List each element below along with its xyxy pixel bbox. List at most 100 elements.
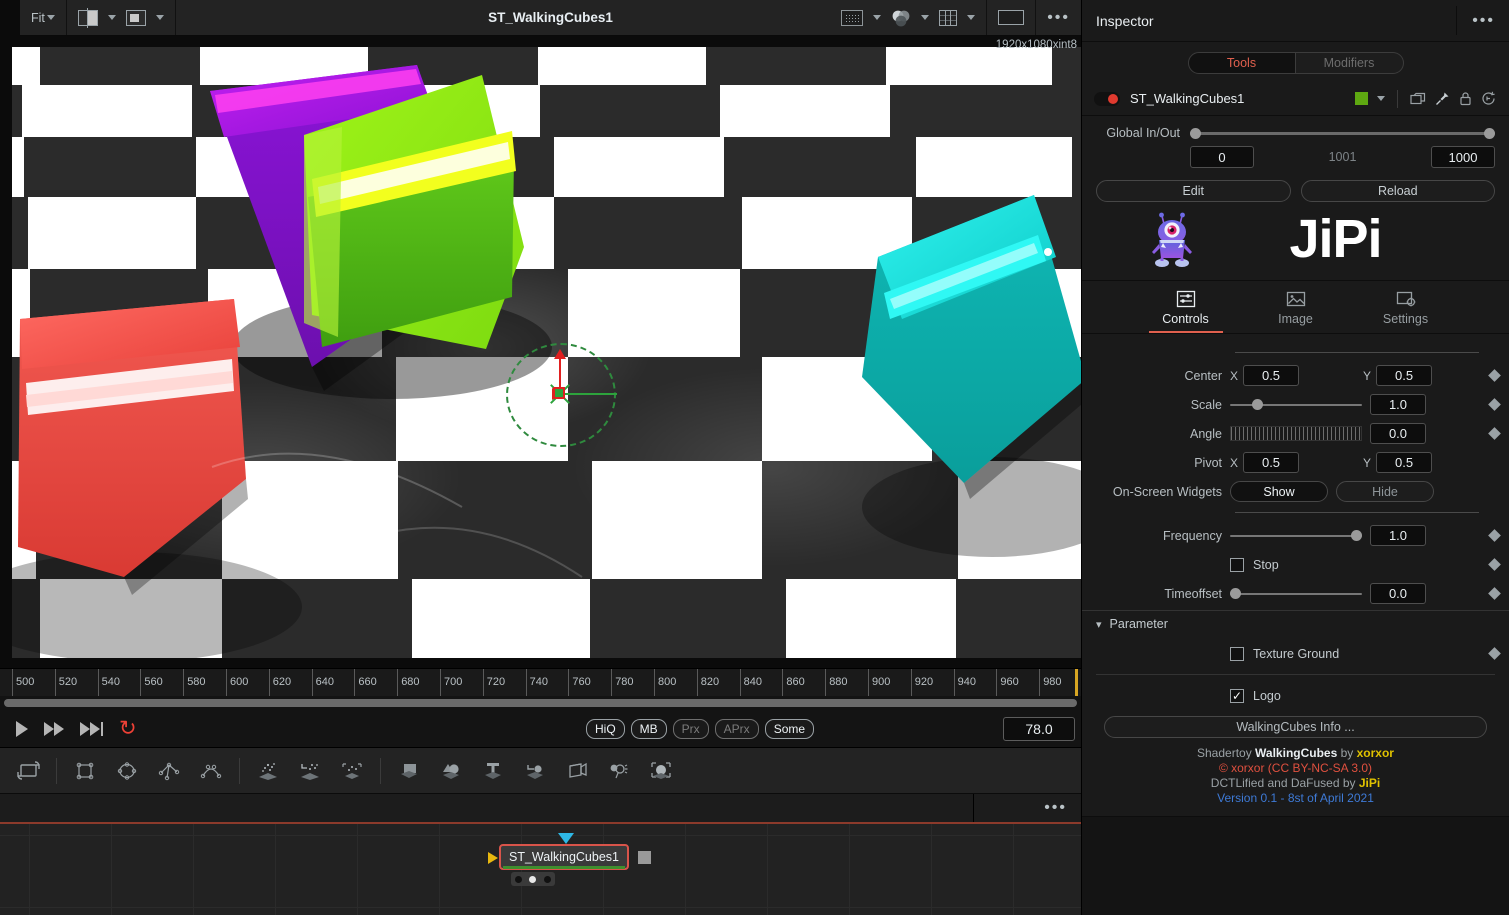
fast-forward-button[interactable] [44, 721, 64, 736]
scale-field[interactable]: 1.0 [1370, 394, 1426, 415]
timeoffset-slider[interactable] [1230, 587, 1362, 601]
global-in-out-slider[interactable] [1190, 126, 1495, 140]
split-view-button[interactable] [73, 5, 103, 31]
angle-field[interactable]: 0.0 [1370, 423, 1426, 444]
frequency-slider[interactable] [1230, 529, 1362, 543]
bspline-mask-icon[interactable] [197, 757, 225, 785]
node-mask-triangle[interactable] [558, 833, 574, 844]
parameter-section-header[interactable]: ▾ Parameter [1082, 610, 1509, 637]
viewer-canvas[interactable] [12, 47, 1081, 658]
node-ST_WalkingCubes1[interactable]: ST_WalkingCubes1 [488, 833, 651, 886]
roi-dropdown[interactable] [868, 5, 886, 31]
shape-3d-icon[interactable] [437, 757, 465, 785]
spotlight-3d-icon[interactable] [605, 757, 633, 785]
logo-checkbox[interactable]: ✓ [1230, 688, 1244, 703]
slider-knob-in[interactable] [1190, 127, 1201, 139]
scale-knob[interactable] [1252, 399, 1263, 410]
node-pill-1[interactable] [514, 875, 522, 883]
quality-button-prx[interactable]: Prx [672, 718, 709, 739]
loop-button[interactable]: ↻ [119, 718, 137, 739]
lock-icon[interactable] [1459, 91, 1472, 106]
node-box[interactable]: ST_WalkingCubes1 [488, 833, 651, 870]
node-pill-2[interactable] [529, 875, 537, 883]
play-button[interactable] [16, 720, 28, 737]
renderer-3d-icon[interactable] [647, 757, 675, 785]
center-y-field[interactable]: 0.5 [1376, 365, 1433, 386]
current-time-field[interactable]: 78.0 [1003, 716, 1075, 741]
stop-checkbox[interactable] [1230, 557, 1244, 572]
image-plane-3d-icon[interactable] [395, 757, 423, 785]
split-view-dropdown[interactable] [103, 5, 121, 31]
flow-more-button[interactable]: ••• [1044, 800, 1067, 816]
walkingcubes-info-button[interactable]: WalkingCubes Info ... [1104, 716, 1487, 738]
pip-button[interactable] [121, 5, 151, 31]
frequency-keyframe-icon[interactable] [1488, 529, 1501, 542]
text-3d-icon[interactable] [479, 757, 507, 785]
color-dropdown[interactable] [916, 5, 934, 31]
node-output-square[interactable] [638, 851, 651, 864]
playhead[interactable] [1075, 669, 1078, 696]
pivot-x-field[interactable]: 0.5 [1243, 452, 1300, 473]
particle-spawn-icon[interactable] [296, 757, 324, 785]
node-pill-3[interactable] [544, 875, 552, 883]
timeoffset-keyframe-icon[interactable] [1488, 587, 1501, 600]
timeoffset-field[interactable]: 0.0 [1370, 583, 1426, 604]
grid-dropdown[interactable] [962, 5, 980, 31]
tab-settings[interactable]: Settings [1369, 289, 1443, 333]
camera-3d-icon[interactable] [563, 757, 591, 785]
color-wheels-button[interactable] [886, 5, 916, 31]
pip-dropdown[interactable] [151, 5, 169, 31]
node-input-arrow[interactable] [488, 852, 498, 864]
enable-toggle[interactable] [1094, 91, 1120, 106]
inspector-more-button[interactable]: ••• [1472, 12, 1495, 28]
angle-keyframe-icon[interactable] [1488, 427, 1501, 440]
chevron-down-icon[interactable] [1377, 96, 1385, 101]
texture-ground-checkbox[interactable] [1230, 646, 1244, 661]
tab-modifiers[interactable]: Modifiers [1295, 52, 1404, 74]
tab-image[interactable]: Image [1259, 289, 1333, 333]
pivot-y-field[interactable]: 0.5 [1376, 452, 1433, 473]
frequency-field[interactable]: 1.0 [1370, 525, 1426, 546]
particle-emitter-icon[interactable] [254, 757, 282, 785]
global-out-field[interactable]: 1000 [1431, 146, 1495, 168]
onscreen-hide-button[interactable]: Hide [1336, 481, 1434, 502]
tool-color-swatch[interactable] [1355, 92, 1368, 105]
timeline-ruler[interactable]: 500 520 540 560 580 600 620 640 660 680 700 720 740 7… [0, 668, 1081, 696]
node-graph[interactable]: ST_WalkingCubes1 [0, 824, 1081, 915]
transform-icon[interactable] [14, 757, 42, 785]
polygon-mask-icon[interactable] [155, 757, 183, 785]
quality-button-mb[interactable]: MB [630, 718, 667, 739]
stop-keyframe-icon[interactable] [1488, 558, 1501, 571]
tab-tools[interactable]: Tools [1187, 52, 1296, 74]
tab-controls[interactable]: Controls [1148, 289, 1223, 333]
frame-button[interactable] [993, 5, 1029, 31]
quality-button-aprx[interactable]: APrx [714, 718, 759, 739]
fit-dropdown[interactable]: Fit [26, 5, 60, 31]
frequency-knob[interactable] [1351, 530, 1362, 541]
texture-ground-keyframe-icon[interactable] [1488, 647, 1501, 660]
quality-button-some[interactable]: Some [764, 718, 815, 739]
viewer-area[interactable]: 1920x1080xint8 [0, 36, 1081, 668]
scale-slider[interactable] [1230, 398, 1362, 412]
widget-center-handle[interactable] [553, 387, 565, 399]
angle-wheel[interactable] [1230, 426, 1362, 441]
edit-button[interactable]: Edit [1096, 180, 1291, 202]
ellipse-mask-icon[interactable] [113, 757, 141, 785]
reset-icon[interactable] [1481, 91, 1497, 106]
rectangle-mask-icon[interactable] [71, 757, 99, 785]
skip-to-end-button[interactable] [80, 721, 103, 736]
replicate-3d-icon[interactable] [521, 757, 549, 785]
onscreen-show-button[interactable]: Show [1230, 481, 1328, 502]
viewer-more-button[interactable]: ••• [1042, 5, 1075, 31]
global-in-field[interactable]: 0 [1190, 146, 1254, 168]
grid-button[interactable] [934, 5, 962, 31]
duplicate-icon[interactable] [1410, 92, 1426, 106]
particle-render-icon[interactable] [338, 757, 366, 785]
center-keyframe-icon[interactable] [1488, 369, 1501, 382]
onscreen-center-widget[interactable] [502, 339, 620, 451]
reload-button[interactable]: Reload [1300, 180, 1495, 202]
widget-axis-y-arrow[interactable] [554, 349, 566, 359]
scale-keyframe-icon[interactable] [1488, 398, 1501, 411]
roi-button[interactable] [836, 5, 868, 31]
node-option-pills[interactable] [511, 872, 555, 886]
